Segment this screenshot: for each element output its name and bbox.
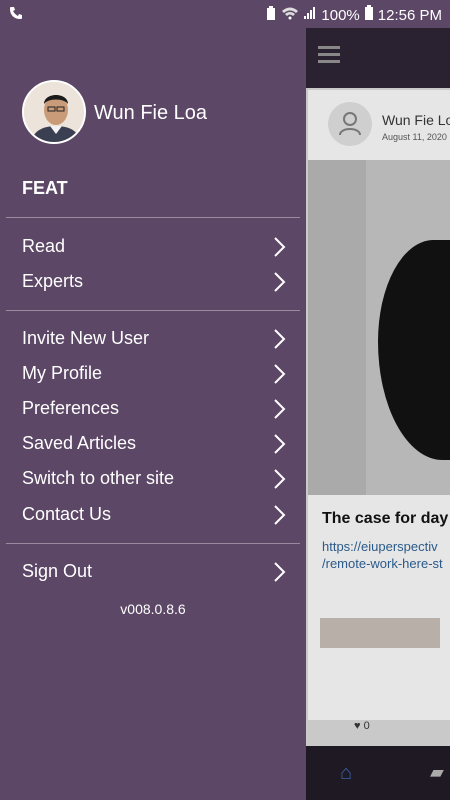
navigation-drawer: Wun Fie Loa FEAT Read Experts Invite New… xyxy=(0,28,306,800)
menu-item-switch-site[interactable]: Switch to other site xyxy=(0,462,306,497)
home-icon[interactable]: ⌂ xyxy=(340,762,352,785)
chevron-right-icon xyxy=(274,399,286,419)
menu-item-label: Read xyxy=(22,236,66,256)
like-count: 0 xyxy=(363,720,370,732)
article-author: Wun Fie Lo xyxy=(382,112,450,128)
article-date: August 11, 2020 xyxy=(382,132,447,142)
menu-item-label: Switch to other site xyxy=(22,468,175,488)
avatar[interactable] xyxy=(22,80,86,144)
chevron-right-icon xyxy=(274,364,286,384)
menu-item-label: My Profile xyxy=(22,363,103,383)
sign-out-button[interactable]: Sign Out xyxy=(0,555,306,590)
sign-out-label: Sign Out xyxy=(22,561,93,581)
chevron-right-icon xyxy=(274,434,286,454)
article-card[interactable]: Wun Fie Lo August 11, 2020 The case for … xyxy=(308,90,450,732)
user-name[interactable]: Wun Fie Loa xyxy=(94,102,207,125)
wifi-icon xyxy=(281,6,299,24)
divider xyxy=(6,310,300,311)
app-version: v008.0.8.6 xyxy=(120,601,186,617)
chevron-right-icon xyxy=(274,329,286,349)
app-toolbar xyxy=(306,28,450,88)
chevron-right-icon xyxy=(274,469,286,489)
article-thumbnail xyxy=(320,618,440,648)
battery-icon xyxy=(364,5,374,25)
heart-icon: ♥ xyxy=(354,720,361,732)
author-avatar-icon xyxy=(328,102,372,146)
chevron-right-icon xyxy=(274,272,286,292)
site-name: FEAT xyxy=(22,178,68,198)
menu-item-invite-new-user[interactable]: Invite New User xyxy=(0,322,306,357)
menu-item-my-profile[interactable]: My Profile xyxy=(0,357,306,392)
status-bar: 100% 12:56 PM xyxy=(0,0,450,28)
phone-call-icon xyxy=(8,5,24,25)
menu-item-saved-articles[interactable]: Saved Articles xyxy=(0,427,306,462)
background-feed: Wun Fie Lo August 11, 2020 The case for … xyxy=(306,28,450,800)
divider xyxy=(6,543,300,544)
article-link[interactable]: https://eiuperspectiv /remote-work-here-… xyxy=(322,538,443,572)
menu-item-label: Preferences xyxy=(22,398,120,418)
chevron-right-icon xyxy=(274,505,286,525)
menu-item-read[interactable]: Read xyxy=(0,230,306,265)
like-button[interactable]: ♥ 0 xyxy=(354,720,370,732)
battery-percentage: 100% xyxy=(321,6,360,24)
hamburger-menu-icon[interactable] xyxy=(318,46,340,64)
menu-item-label: Experts xyxy=(22,271,84,291)
chevron-right-icon xyxy=(274,562,286,582)
bottom-nav: ⌂ ▰ xyxy=(306,746,450,800)
divider xyxy=(6,217,300,218)
chevron-right-icon xyxy=(274,237,286,257)
menu-item-experts[interactable]: Experts xyxy=(0,265,306,300)
menu-item-label: Contact Us xyxy=(22,504,112,524)
menu-item-contact-us[interactable]: Contact Us xyxy=(0,498,306,533)
menu-item-label: Saved Articles xyxy=(22,433,137,453)
clock: 12:56 PM xyxy=(377,6,442,24)
signal-icon xyxy=(303,6,317,24)
menu-item-label: Invite New User xyxy=(22,328,150,348)
chat-icon[interactable]: ▰ xyxy=(430,762,444,783)
battery-saver-icon xyxy=(265,5,277,25)
article-title[interactable]: The case for day xyxy=(322,510,448,528)
menu-item-preferences[interactable]: Preferences xyxy=(0,392,306,427)
